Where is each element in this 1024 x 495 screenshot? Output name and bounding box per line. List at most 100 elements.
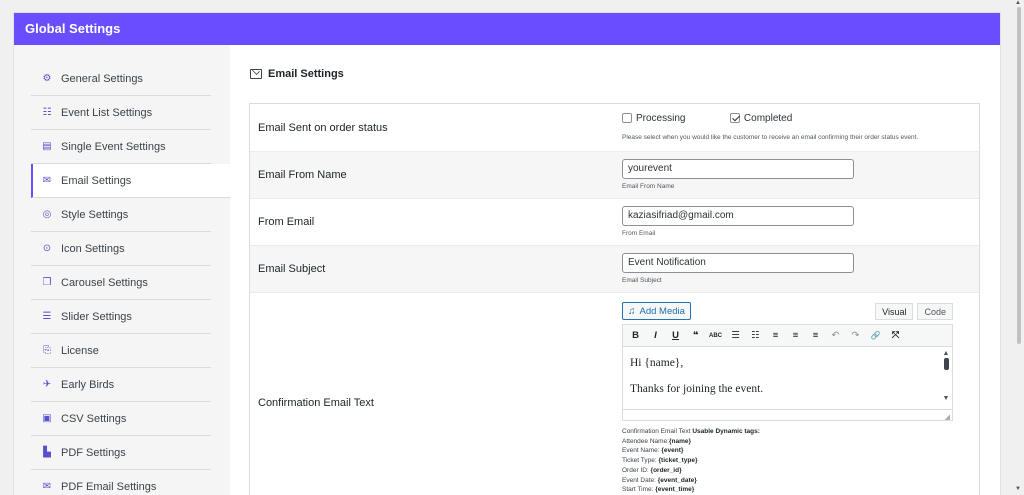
align-right-icon[interactable]: ≡ — [809, 330, 822, 341]
bullet-list-icon[interactable]: ☰ — [729, 330, 742, 341]
field-help: Email Subject — [622, 276, 662, 284]
numbered-list-icon[interactable]: ☷ — [749, 330, 762, 341]
row-confirmation-email-text: Confirmation Email Text ♫ Add Media Visua… — [250, 293, 979, 495]
scroll-down-icon[interactable]: ▼ — [942, 394, 950, 402]
sidebar-item-pdf-settings[interactable]: ▙ PDF Settings — [31, 436, 211, 470]
underline-icon[interactable]: U — [669, 330, 682, 341]
resize-handle[interactable] — [623, 409, 952, 421]
add-media-button[interactable]: ♫ Add Media — [622, 302, 691, 320]
section-title: Email Settings — [250, 67, 1000, 81]
italic-icon[interactable]: I — [649, 330, 662, 341]
sidebar-item-pdf-email-settings[interactable]: ✉ PDF Email Settings — [31, 470, 211, 495]
tab-visual[interactable]: Visual — [875, 303, 914, 320]
row-email-status: Email Sent on order status Processing Co… — [250, 104, 979, 152]
tag-code: {ticket_type} — [658, 457, 698, 465]
sidebar-item-label: Single Event Settings — [61, 140, 166, 153]
scroll-up-icon[interactable]: ▲ — [942, 349, 950, 357]
editor-content[interactable]: Hi {name}, Thanks for joining the event.… — [623, 347, 952, 409]
envelope-icon — [250, 69, 262, 79]
settings-panel: Global Settings ⚙ General Settings ☷ Event… — [14, 13, 1000, 495]
scroll-down-icon[interactable]: ▼ — [1015, 486, 1021, 492]
field-label: Confirmation Email Text — [258, 396, 374, 409]
scroll-up-icon[interactable]: ▲ — [1015, 0, 1021, 6]
sidebar-item-general-settings[interactable]: ⚙ General Settings — [31, 62, 211, 96]
tab-code[interactable]: Code — [917, 303, 953, 320]
tag-name: Attendee Name: — [622, 437, 669, 445]
link-icon[interactable]: 🔗 — [869, 331, 882, 340]
list-icon: ☷ — [42, 107, 52, 118]
email-settings-table: Email Sent on order status Processing Co… — [249, 103, 980, 495]
rich-text-editor: B I U ❝ ABC ☰ ☷ ≡ ≡ ≡ ↶ ↷ 🔗 ⤧ Hi {name},… — [622, 324, 953, 421]
file-icon: ▣ — [42, 413, 52, 424]
gear-icon: ⚙ — [42, 73, 52, 84]
target-icon: ⊙ — [42, 243, 52, 254]
checkbox-label: Processing — [636, 112, 686, 124]
bird-icon: ✈ — [42, 379, 52, 390]
page-scrollbar[interactable]: ▲ ▼ — [1014, 0, 1024, 495]
content-paragraph: Hi {name}, — [630, 357, 684, 369]
field-help: From Email — [622, 229, 656, 237]
tag-code: {order_id} — [650, 466, 682, 474]
checkbox-label: Completed — [743, 112, 793, 124]
align-center-icon[interactable]: ≡ — [789, 330, 802, 341]
completed-checkbox[interactable]: Completed — [729, 112, 793, 124]
align-left-icon[interactable]: ≡ — [769, 330, 782, 341]
tag-line: Ticket Type: {ticket_type} — [622, 456, 979, 466]
sidebar-item-icon-settings[interactable]: ⊙ Icon Settings — [31, 232, 211, 266]
main-content: Email Settings Email Sent on order statu… — [230, 45, 1000, 495]
tag-line: Event Name: {event} — [622, 446, 979, 456]
tag-name: Event Name: — [622, 447, 662, 455]
email-from-name-input[interactable] — [622, 158, 854, 179]
field-label: Email From Name — [258, 169, 347, 181]
sidebar-item-email-settings[interactable]: ✉ Email Settings — [31, 164, 231, 198]
strikethrough-icon[interactable]: ABC — [709, 333, 722, 339]
sidebar-item-carousel-settings[interactable]: ❒ Carousel Settings — [31, 266, 211, 300]
sidebar-item-label: PDF Email Settings — [61, 480, 157, 493]
tag-name: Ticket Type: — [622, 457, 659, 465]
field-label: From Email — [258, 216, 315, 228]
checkbox-box[interactable] — [622, 113, 632, 123]
tag-line: Attendee Name:{name} — [622, 437, 979, 447]
sidebar-item-label: CSV Settings — [61, 412, 127, 425]
sidebar-item-csv-settings[interactable]: ▣ CSV Settings — [31, 402, 211, 436]
tag-code: {event_date} — [657, 476, 697, 484]
blockquote-icon[interactable]: ❝ — [689, 330, 702, 341]
sidebar-item-single-event-settings[interactable]: ▤ Single Event Settings — [31, 130, 211, 164]
sidebar-item-label: PDF Settings — [61, 446, 126, 459]
editor-toolbar: B I U ❝ ABC ☰ ☷ ≡ ≡ ≡ ↶ ↷ 🔗 ⤧ — [623, 325, 952, 347]
tag-line: Order ID: {order_id} — [622, 466, 979, 476]
tag-code: {event_time} — [655, 486, 695, 494]
fullscreen-icon[interactable]: ⤧ — [889, 330, 902, 341]
sidebar-item-label: Event List Settings — [61, 106, 153, 119]
sidebar-item-style-settings[interactable]: ◎ Style Settings — [31, 198, 211, 232]
row-email-from-name: Email From Name Email From Name — [250, 152, 979, 199]
palette-icon: ◎ — [42, 209, 52, 220]
sidebar-item-label: Carousel Settings — [61, 276, 148, 289]
row-from-email: From Email From Email — [250, 199, 979, 246]
editor-scrollbar[interactable]: ▲ ▼ — [942, 349, 950, 407]
carousel-icon: ❒ — [42, 277, 52, 288]
undo-icon[interactable]: ↶ — [829, 330, 842, 341]
tag-line: Event Date: {event_date} — [622, 476, 979, 486]
sidebar-item-label: Slider Settings — [61, 310, 132, 323]
media-icon: ♫ — [628, 305, 636, 317]
content-paragraph: Thanks for joining the event. — [630, 383, 764, 395]
processing-checkbox[interactable]: Processing — [622, 113, 685, 124]
scroll-thumb[interactable] — [1017, 7, 1021, 344]
checkbox-box[interactable] — [729, 113, 740, 123]
from-email-input[interactable] — [622, 205, 854, 226]
sidebar-item-event-list-settings[interactable]: ☷ Event List Settings — [31, 96, 211, 130]
email-subject-input[interactable] — [622, 252, 854, 273]
sidebar-item-early-birds[interactable]: ✈ Early Birds — [31, 368, 211, 402]
redo-icon[interactable]: ↷ — [849, 330, 862, 341]
sidebar-item-label: Style Settings — [61, 208, 129, 221]
sidebar-item-license[interactable]: ⎘ License — [31, 334, 211, 368]
sidebar-item-label: Early Birds — [61, 378, 115, 391]
sidebar-item-label: General Settings — [61, 72, 143, 85]
scroll-thumb[interactable] — [943, 358, 949, 370]
tag-name: Event Date: — [622, 476, 658, 484]
page-title: Global Settings — [14, 13, 1000, 45]
bold-icon[interactable]: B — [629, 330, 642, 341]
sidebar-item-slider-settings[interactable]: ☰ Slider Settings — [31, 300, 211, 334]
tag-code: {name} — [668, 437, 692, 445]
